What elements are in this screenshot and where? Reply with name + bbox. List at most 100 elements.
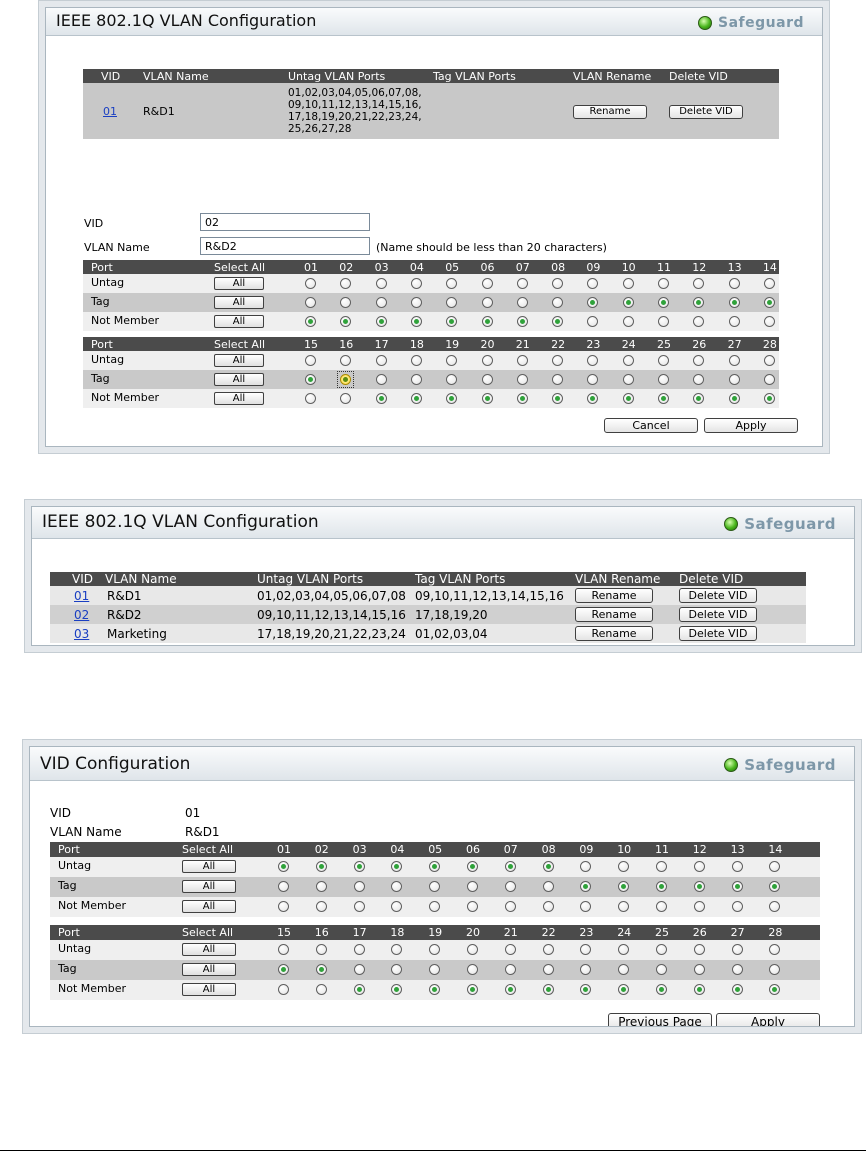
port-radio[interactable] [542, 984, 554, 995]
port-radio[interactable] [656, 964, 667, 975]
port-radio[interactable] [542, 944, 554, 955]
port-radio[interactable] [467, 881, 478, 892]
port-radio[interactable] [429, 861, 441, 872]
select-all-button[interactable]: All [214, 277, 264, 290]
port-radio[interactable] [580, 964, 592, 975]
port-radio[interactable] [580, 984, 592, 995]
port-radio[interactable] [305, 355, 316, 366]
port-radio[interactable] [693, 278, 705, 289]
port-radio[interactable] [622, 278, 634, 289]
port-radio[interactable] [693, 393, 705, 404]
delete-vid-button[interactable]: Delete VID [679, 607, 757, 622]
port-radio[interactable] [315, 944, 327, 955]
port-radio[interactable] [375, 278, 387, 289]
port-radio[interactable] [504, 861, 516, 872]
port-radio[interactable] [516, 355, 528, 366]
port-radio[interactable] [516, 316, 528, 327]
port-radio[interactable] [658, 374, 669, 385]
port-radio[interactable] [391, 901, 403, 912]
port-radio[interactable] [504, 964, 516, 975]
port-radio[interactable] [353, 901, 365, 912]
select-all-button[interactable]: All [182, 983, 236, 996]
port-radio[interactable] [410, 316, 422, 327]
port-radio[interactable] [340, 316, 352, 327]
port-radio[interactable] [278, 861, 289, 872]
port-radio[interactable] [580, 944, 592, 955]
port-radio[interactable] [728, 297, 740, 308]
vid-input[interactable]: 02 [200, 213, 370, 231]
port-radio[interactable] [618, 964, 630, 975]
port-radio[interactable] [693, 355, 705, 366]
port-radio[interactable] [481, 355, 493, 366]
port-radio[interactable] [552, 297, 564, 308]
port-radio[interactable] [693, 861, 705, 872]
port-radio[interactable] [375, 355, 387, 366]
port-radio[interactable] [580, 861, 592, 872]
port-radio[interactable] [340, 355, 352, 366]
port-radio[interactable] [375, 316, 387, 327]
port-radio[interactable] [315, 984, 327, 995]
port-radio[interactable] [410, 278, 422, 289]
port-radio[interactable] [763, 316, 775, 327]
rename-button[interactable]: Rename [575, 588, 653, 603]
port-radio[interactable] [658, 316, 669, 327]
port-radio[interactable] [481, 316, 493, 327]
port-radio[interactable] [622, 374, 634, 385]
port-radio[interactable] [656, 861, 667, 872]
port-radio[interactable] [693, 901, 705, 912]
port-radio[interactable] [693, 316, 705, 327]
port-radio[interactable] [375, 374, 387, 385]
port-radio[interactable] [618, 861, 630, 872]
previous-page-button[interactable]: Previous Page [608, 1013, 712, 1026]
port-radio[interactable] [410, 355, 422, 366]
port-radio[interactable] [580, 881, 592, 892]
port-radio[interactable] [353, 984, 365, 995]
port-radio[interactable] [446, 278, 458, 289]
port-radio[interactable] [763, 355, 775, 366]
port-radio[interactable] [622, 316, 634, 327]
port-radio[interactable] [731, 861, 743, 872]
port-radio[interactable] [446, 393, 458, 404]
port-radio[interactable] [618, 881, 630, 892]
vlan-name-input[interactable]: R&D2 [200, 237, 370, 255]
port-radio[interactable] [587, 393, 599, 404]
cancel-button[interactable]: Cancel [604, 418, 698, 433]
vid-link[interactable]: 01 [103, 105, 117, 118]
port-radio[interactable] [769, 861, 781, 872]
rename-button[interactable]: Rename [575, 607, 653, 622]
port-radio[interactable] [618, 944, 630, 955]
select-all-button[interactable]: All [214, 373, 264, 386]
port-radio[interactable] [728, 355, 740, 366]
port-radio[interactable] [658, 393, 669, 404]
port-radio[interactable] [429, 984, 441, 995]
vid-link[interactable]: 01 [74, 589, 89, 603]
port-radio[interactable] [693, 881, 705, 892]
port-radio[interactable] [410, 393, 422, 404]
port-radio[interactable] [769, 881, 781, 892]
port-radio[interactable] [693, 984, 705, 995]
delete-vid-button[interactable]: Delete VID [669, 104, 743, 119]
port-radio[interactable] [340, 278, 352, 289]
port-radio[interactable] [516, 278, 528, 289]
port-radio[interactable] [375, 393, 387, 404]
port-radio[interactable] [656, 901, 667, 912]
port-radio[interactable] [542, 861, 554, 872]
port-radio[interactable] [580, 901, 592, 912]
port-radio[interactable] [728, 316, 740, 327]
port-radio[interactable] [467, 984, 478, 995]
port-radio[interactable] [658, 297, 669, 308]
port-radio[interactable] [618, 984, 630, 995]
port-radio[interactable] [410, 374, 422, 385]
rename-button[interactable]: Rename [573, 104, 647, 119]
port-radio[interactable] [587, 355, 599, 366]
port-radio[interactable] [763, 393, 775, 404]
port-radio[interactable] [391, 964, 403, 975]
port-radio[interactable] [552, 393, 564, 404]
port-radio[interactable] [391, 861, 403, 872]
port-radio[interactable] [467, 901, 478, 912]
port-radio[interactable] [731, 984, 743, 995]
port-radio[interactable] [305, 297, 316, 308]
port-radio[interactable] [391, 944, 403, 955]
select-all-button[interactable]: All [214, 354, 264, 367]
port-radio[interactable] [353, 861, 365, 872]
